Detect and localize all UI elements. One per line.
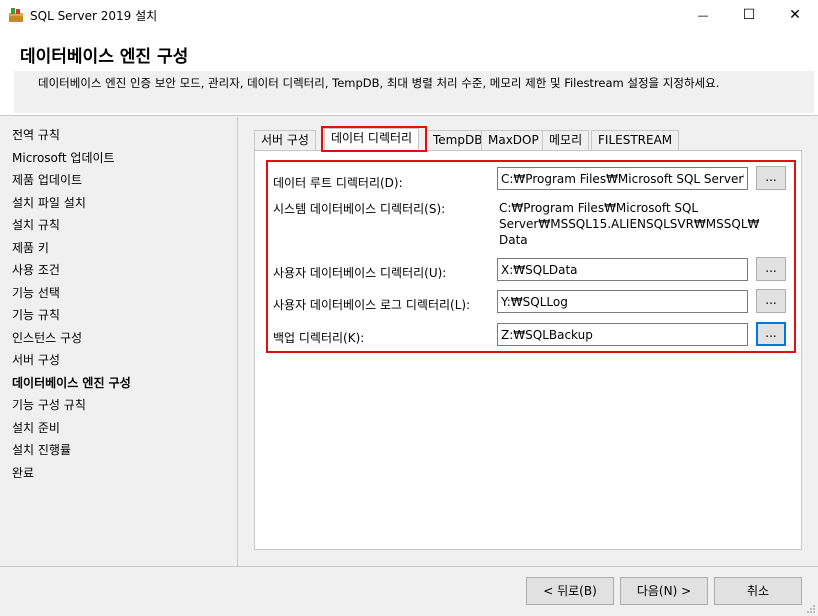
tab-data-directories[interactable]: 데이터 디렉터리	[324, 128, 420, 150]
nav-item: 완료	[12, 465, 35, 480]
nav-item: 서버 구성	[12, 353, 60, 367]
nav-item: 인스턴스 구성	[12, 330, 83, 345]
system-db-value-line: C:₩Program Files₩Microsoft SQL	[499, 201, 699, 215]
nav-item: 사용 조건	[12, 263, 60, 277]
tab-maxdop[interactable]: MaxDOP	[481, 130, 546, 150]
nav-item: 전역 규칙	[12, 128, 60, 142]
system-db-value-line: Data	[499, 233, 528, 247]
nav-item: 설치 준비	[12, 420, 60, 435]
nav-item: 설치 파일 설치	[12, 195, 86, 210]
nav-item: 기능 구성 규칙	[12, 398, 86, 412]
page-description: 데이터베이스 엔진 인증 보안 모드, 관리자, 데이터 디렉터리, TempD…	[38, 76, 720, 90]
maximize-icon: ☐	[742, 7, 756, 23]
data-root-label: 데이터 루트 디렉터리(D):	[273, 176, 403, 190]
system-db-value: C:₩Program Files₩Microsoft SQL Server₩MS…	[499, 200, 759, 248]
sql-setup-app-icon	[9, 8, 23, 22]
nav-item: 기능 규칙	[12, 308, 60, 322]
resize-grip-icon[interactable]	[806, 604, 816, 614]
close-button[interactable]: ✕	[772, 0, 818, 30]
tab-tempdb[interactable]: TempDB	[426, 130, 490, 150]
maximize-button[interactable]: ☐	[726, 0, 772, 30]
back-button[interactable]: < 뒤로(B)	[526, 577, 614, 605]
data-root-browse-button[interactable]: ...	[756, 166, 786, 190]
system-db-label: 시스템 데이터베이스 디렉터리(S):	[273, 202, 446, 216]
next-button[interactable]: 다음(N) >	[620, 577, 708, 605]
nav-item: 제품 업데이트	[12, 173, 83, 187]
nav-item: 제품 키	[12, 240, 49, 255]
user-db-log-input[interactable]	[497, 290, 748, 313]
backup-input[interactable]	[497, 323, 748, 346]
tab-server-config[interactable]: 서버 구성	[254, 130, 316, 150]
user-db-log-label: 사용자 데이터베이스 로그 디렉터리(L):	[273, 298, 471, 312]
page-description-box: 데이터베이스 엔진 인증 보안 모드, 관리자, 데이터 디렉터리, TempD…	[14, 71, 814, 113]
minimize-button[interactable]: —	[680, 0, 726, 30]
system-db-value-line: Server₩MSSQL15.ALIENSQLSVR₩MSSQL₩	[499, 217, 760, 231]
user-db-browse-button[interactable]: ...	[756, 257, 786, 281]
user-db-log-browse-button[interactable]: ...	[756, 289, 786, 313]
title-bar: SQL Server 2019 설치 — ☐ ✕	[0, 0, 818, 30]
tab-filestream[interactable]: FILESTREAM	[591, 130, 680, 150]
tab-memory[interactable]: 메모리	[542, 130, 590, 150]
nav-item: Microsoft 업데이트	[12, 150, 115, 165]
backup-browse-button[interactable]: ...	[756, 322, 786, 346]
cancel-button[interactable]: 취소	[714, 577, 802, 605]
user-db-input[interactable]	[497, 258, 748, 281]
user-db-label: 사용자 데이터베이스 디렉터리(U):	[273, 266, 447, 280]
nav-item: 설치 규칙	[12, 218, 60, 232]
minimize-icon: —	[697, 8, 709, 22]
page-header: 데이터베이스 엔진 구성 데이터베이스 엔진 인증 보안 모드, 관리자, 데이…	[0, 30, 818, 116]
close-icon: ✕	[789, 7, 801, 23]
nav-item: 설치 진행률	[12, 443, 72, 457]
data-root-input[interactable]	[497, 167, 748, 190]
page-title: 데이터베이스 엔진 구성	[20, 47, 189, 67]
backup-label: 백업 디렉터리(K):	[273, 331, 365, 345]
nav-item: 데이터베이스 엔진 구성	[12, 375, 131, 390]
nav-item: 기능 선택	[12, 285, 60, 300]
window-title: SQL Server 2019 설치	[30, 9, 158, 23]
setup-steps-nav: 전역 규칙 Microsoft 업데이트제품 업데이트설치 파일 설치설치 규칙제…	[0, 117, 238, 566]
